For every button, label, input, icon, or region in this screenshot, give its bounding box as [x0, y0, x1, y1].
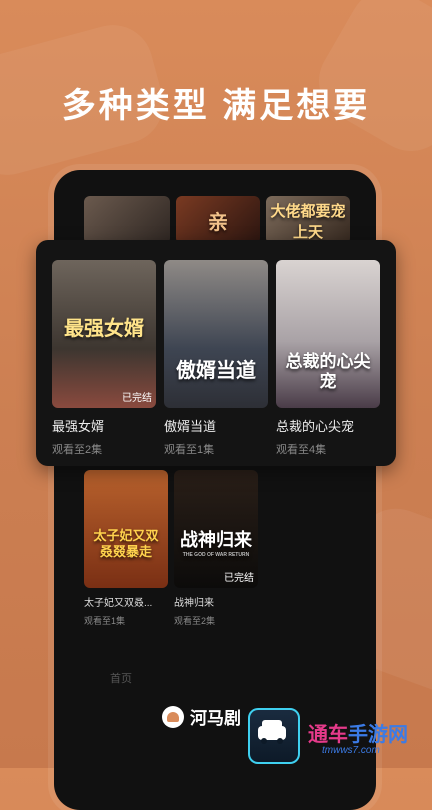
top-poster-3-title: 大佬都要宠上天 — [270, 203, 346, 241]
drama-progress: 观看至4集 — [276, 444, 327, 456]
top-poster-2-title: 亲 — [208, 212, 228, 234]
brand-name: 河马剧 — [190, 709, 241, 728]
top-poster-3[interactable]: 大佬都要宠上天 — [266, 196, 350, 244]
poster-title: 太子妃又双叒叕暴走 — [93, 528, 159, 559]
top-poster-2[interactable]: 亲 — [176, 196, 260, 244]
drama-progress: 观看至2集 — [174, 616, 216, 626]
drama-card[interactable]: 战神归来 THE GOD OF WAR RETURN 已完结 战神归来 观看至2… — [174, 470, 258, 627]
status-badge: 已完结 — [224, 573, 254, 584]
watermark-text-a: 通车 — [308, 724, 348, 746]
poster-title: 战神归来 — [180, 530, 252, 550]
drama-poster: 傲婿当道 — [164, 260, 268, 408]
drama-poster: 总裁的心尖宠 — [276, 260, 380, 408]
drama-card[interactable]: 总裁的心尖宠 总裁的心尖宠 观看至4集 — [276, 260, 380, 457]
top-poster-1[interactable] — [84, 196, 170, 244]
drama-poster: 太子妃又双叒叕暴走 — [84, 470, 168, 588]
poster-title: 总裁的心尖宠 — [285, 352, 371, 392]
drama-name: 战神归来 — [174, 598, 214, 609]
status-badge: 已完结 — [122, 393, 152, 404]
poster-title: 最强女婿 — [64, 318, 144, 340]
watermark-url: tmwws7.com — [322, 745, 380, 756]
drama-name: 太子妃又双叒... — [84, 598, 153, 609]
drama-progress: 观看至1集 — [84, 616, 126, 626]
car-watermark-icon — [248, 708, 300, 764]
brand: 河马剧 — [162, 704, 241, 729]
drama-card[interactable]: 太子妃又双叒叕暴走 太子妃又双叒... 观看至1集 — [84, 470, 168, 627]
headline: 多种类型 满足想要 — [61, 87, 371, 125]
featured-panel: 最强女婿 已完结 最强女婿 观看至2集 傲婿当道 傲婿当道 观看至1集 总裁的心… — [36, 240, 396, 466]
drama-name: 总裁的心尖宠 — [276, 419, 355, 434]
hippo-logo-icon — [162, 705, 184, 728]
watermark-text-b: 手游网 — [348, 724, 408, 746]
drama-name: 傲婿当道 — [164, 419, 217, 434]
poster-title: 傲婿当道 — [176, 360, 256, 382]
tab-home[interactable]: 首页 — [110, 670, 132, 686]
drama-progress: 观看至2集 — [52, 444, 103, 456]
drama-card[interactable]: 傲婿当道 傲婿当道 观看至1集 — [164, 260, 268, 457]
drama-poster: 战神归来 THE GOD OF WAR RETURN 已完结 — [174, 470, 258, 588]
drama-card[interactable]: 最强女婿 已完结 最强女婿 观看至2集 — [52, 260, 156, 457]
drama-name: 最强女婿 — [52, 419, 105, 434]
drama-poster: 最强女婿 已完结 — [52, 260, 156, 408]
watermark-text: 通车手游网 — [308, 718, 408, 747]
poster-subtitle: THE GOD OF WAR RETURN — [182, 552, 250, 558]
drama-progress: 观看至1集 — [164, 444, 215, 456]
